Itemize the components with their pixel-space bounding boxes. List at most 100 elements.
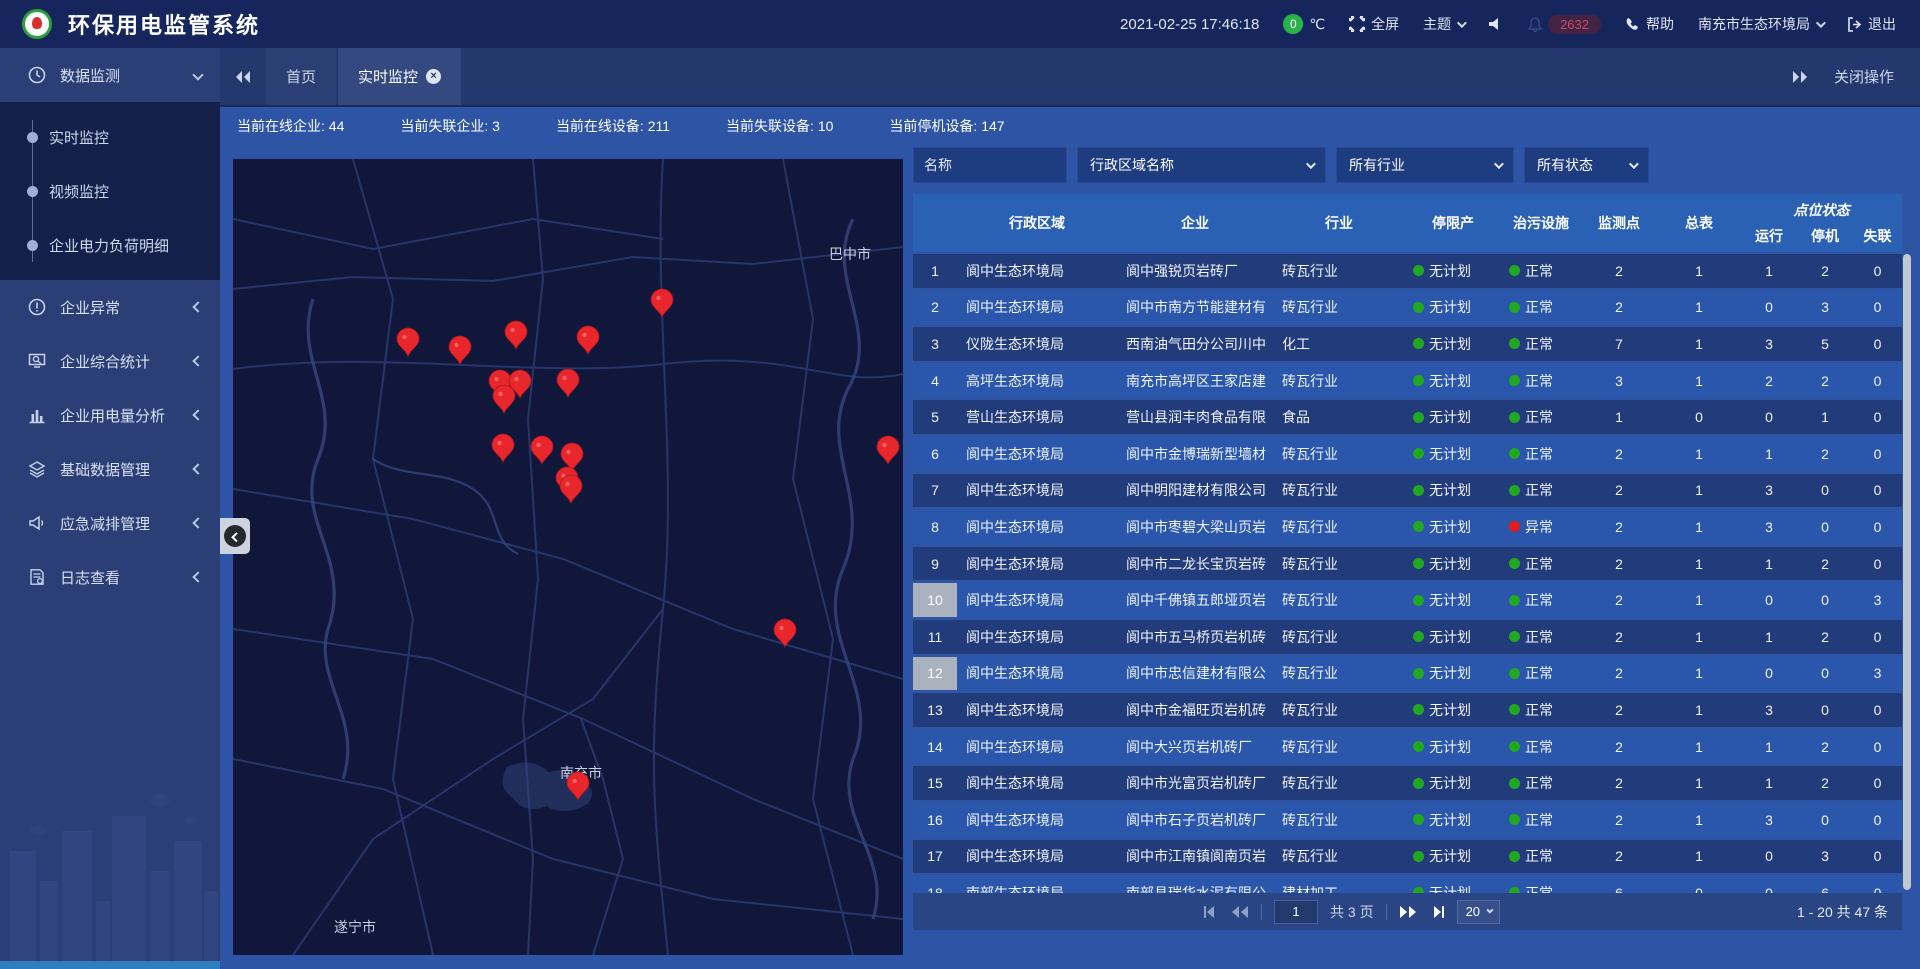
fullscreen-button[interactable]: 全屏 bbox=[1349, 14, 1399, 34]
map-pin-icon[interactable] bbox=[877, 436, 899, 464]
cell-total: 1 bbox=[1657, 547, 1741, 581]
sidebar-item-emergency[interactable]: 应急减排管理 bbox=[0, 496, 220, 550]
map-pin-icon[interactable] bbox=[577, 326, 599, 354]
map-pin-icon[interactable] bbox=[651, 289, 673, 317]
stat-item: 当前在线设备: 211 bbox=[556, 116, 670, 136]
cell-industry: 砖瓦行业 bbox=[1273, 547, 1405, 581]
map-panel[interactable]: 巴中市南充市遂宁市 bbox=[233, 159, 903, 955]
cell-region: 阆中生态环境局 bbox=[957, 620, 1117, 654]
status-dot-green bbox=[1413, 631, 1424, 642]
org-dropdown[interactable]: 南充市生态环境局 bbox=[1698, 14, 1823, 34]
table-row[interactable]: 4高坪生态环境局南充市高坪区王家店建砖瓦行业无计划正常31220 bbox=[913, 364, 1902, 398]
table-row[interactable]: 16阆中生态环境局阆中市石子页岩机砖厂砖瓦行业无计划正常21300 bbox=[913, 803, 1902, 837]
table-row[interactable]: 8阆中生态环境局阆中市枣碧大梁山页岩砖瓦行业无计划异常21300 bbox=[913, 510, 1902, 544]
table-row[interactable]: 14阆中生态环境局阆中大兴页岩机砖厂砖瓦行业无计划正常21120 bbox=[913, 730, 1902, 764]
logout-button[interactable]: 退出 bbox=[1847, 14, 1896, 34]
status-dot-green bbox=[1413, 448, 1424, 459]
page-number-input[interactable] bbox=[1274, 900, 1318, 924]
theme-dropdown[interactable]: 主题 bbox=[1423, 14, 1464, 34]
sidebar-subitem[interactable]: 视频监控 bbox=[0, 164, 220, 218]
help-button[interactable]: 帮助 bbox=[1625, 14, 1674, 34]
cell-company: 营山县润丰肉食品有限 bbox=[1117, 400, 1273, 434]
map-pin-icon[interactable] bbox=[560, 475, 582, 503]
sidebar-item-data-monitor[interactable]: 数据监测 bbox=[0, 48, 220, 102]
table-row[interactable]: 18南部生态环境局南部县瑞华水泥有限公建材加工无计划正常60060 bbox=[913, 876, 1902, 893]
tab-home[interactable]: 首页 bbox=[266, 48, 336, 105]
sidebar-item-base-data[interactable]: 基础数据管理 bbox=[0, 442, 220, 496]
sidebar-subitem[interactable]: 企业电力负荷明细 bbox=[0, 218, 220, 272]
row-index: 3 bbox=[913, 327, 957, 361]
row-index: 16 bbox=[913, 803, 957, 837]
cell-region: 阆中生态环境局 bbox=[957, 291, 1117, 325]
sidebar-item-logs[interactable]: 日志查看 bbox=[0, 550, 220, 604]
map-pin-icon[interactable] bbox=[449, 336, 471, 364]
status-select[interactable]: 所有状态 bbox=[1524, 147, 1649, 183]
sidebar-item-label: 企业综合统计 bbox=[60, 351, 150, 372]
cell-facility-status: 正常 bbox=[1501, 657, 1581, 691]
chevron-left-icon bbox=[192, 301, 203, 312]
cell-halt: 0 bbox=[1797, 474, 1853, 508]
table-row[interactable]: 7阆中生态环境局阆中明阳建材有限公司砖瓦行业无计划正常21300 bbox=[913, 474, 1902, 508]
sidebar-subitem[interactable]: 实时监控 bbox=[0, 110, 220, 164]
stop-status-text: 无计划 bbox=[1429, 773, 1471, 793]
pagination-bar: 共 3 页 20 1 - 20 共 47 条 bbox=[913, 893, 1902, 930]
first-page-button[interactable] bbox=[1203, 905, 1219, 919]
status-dot-green bbox=[1509, 668, 1520, 679]
megaphone-icon bbox=[28, 514, 48, 532]
stop-status-text: 无计划 bbox=[1429, 554, 1471, 574]
table-row[interactable]: 10阆中生态环境局阆中千佛镇五郎垭页岩砖瓦行业无计划正常21003 bbox=[913, 583, 1902, 617]
cell-run: 3 bbox=[1741, 327, 1797, 361]
map-collapse-button[interactable] bbox=[220, 518, 250, 554]
table-row[interactable]: 13阆中生态环境局阆中市金福旺页岩机砖砖瓦行业无计划正常21300 bbox=[913, 693, 1902, 727]
table-row[interactable]: 5营山生态环境局营山县润丰肉食品有限食品无计划正常10010 bbox=[913, 400, 1902, 434]
map-canvas[interactable]: 巴中市南充市遂宁市 bbox=[233, 159, 903, 955]
sidebar-item-company-abnormal[interactable]: 企业异常 bbox=[0, 280, 220, 334]
table-row[interactable]: 15阆中生态环境局阆中市光富页岩机砖厂砖瓦行业无计划正常21120 bbox=[913, 766, 1902, 800]
sidebar-item-power-analysis[interactable]: 企业用电量分析 bbox=[0, 388, 220, 442]
close-operations-button[interactable]: 关闭操作 bbox=[1834, 66, 1894, 87]
name-search-input[interactable] bbox=[913, 147, 1067, 183]
cell-total: 1 bbox=[1657, 657, 1741, 691]
cell-monitor: 2 bbox=[1581, 730, 1657, 764]
alarm-counter[interactable]: 2632 bbox=[1528, 15, 1601, 34]
map-pin-icon[interactable] bbox=[492, 434, 514, 462]
stop-status-text: 无计划 bbox=[1429, 371, 1471, 391]
table-row[interactable]: 1阆中生态环境局阆中强锐页岩砖厂砖瓦行业无计划正常21120 bbox=[913, 254, 1902, 288]
bullet-dot-icon bbox=[27, 186, 38, 197]
map-pin-icon[interactable] bbox=[561, 443, 583, 471]
sidebar-item-company-stats[interactable]: 企业综合统计 bbox=[0, 334, 220, 388]
map-pin-icon[interactable] bbox=[531, 436, 553, 464]
map-pin-icon[interactable] bbox=[493, 385, 515, 413]
sound-button[interactable] bbox=[1488, 17, 1504, 31]
table-row[interactable]: 12阆中生态环境局阆中市忠信建材有限公砖瓦行业无计划正常21003 bbox=[913, 657, 1902, 691]
cell-run: 2 bbox=[1741, 364, 1797, 398]
status-dot-green bbox=[1413, 375, 1424, 386]
tabs-scroll-left-button[interactable] bbox=[220, 48, 266, 105]
table-row[interactable]: 2阆中生态环境局阆中市南方节能建材有砖瓦行业无计划正常21030 bbox=[913, 291, 1902, 325]
table-row[interactable]: 17阆中生态环境局阆中市江南镇阆南页岩砖瓦行业无计划正常21030 bbox=[913, 840, 1902, 874]
last-page-button[interactable] bbox=[1429, 905, 1445, 919]
next-page-button[interactable] bbox=[1399, 905, 1417, 919]
table-row[interactable]: 3仪陇生态环境局西南油气田分公司川中化工无计划正常71350 bbox=[913, 327, 1902, 361]
page-size-select[interactable]: 20 bbox=[1457, 900, 1500, 924]
prev-page-button[interactable] bbox=[1231, 905, 1249, 919]
point-status-title: 点位状态 bbox=[1741, 194, 1902, 220]
cell-stop-status: 无计划 bbox=[1405, 547, 1501, 581]
first-page-icon bbox=[1203, 905, 1219, 919]
table-row[interactable]: 11阆中生态环境局阆中市五马桥页岩机砖砖瓦行业无计划正常21120 bbox=[913, 620, 1902, 654]
map-pin-icon[interactable] bbox=[397, 328, 419, 356]
region-select[interactable]: 行政区域名称 bbox=[1077, 147, 1326, 183]
table-row[interactable]: 6阆中生态环境局阆中市金博瑞新型墙材砖瓦行业无计划正常21120 bbox=[913, 437, 1902, 471]
map-pin-icon[interactable] bbox=[505, 321, 527, 349]
table-row[interactable]: 9阆中生态环境局阆中市二龙长宝页岩砖砖瓦行业无计划正常21120 bbox=[913, 547, 1902, 581]
cell-run: 3 bbox=[1741, 474, 1797, 508]
map-pin-icon[interactable] bbox=[557, 369, 579, 397]
tab-realtime-monitor[interactable]: 实时监控 × bbox=[338, 48, 461, 105]
double-chevron-right-icon[interactable] bbox=[1792, 70, 1808, 84]
chevron-down-icon bbox=[1816, 18, 1826, 28]
industry-select[interactable]: 所有行业 bbox=[1336, 147, 1514, 183]
status-dot-green bbox=[1509, 412, 1520, 423]
cell-stop-status: 无计划 bbox=[1405, 620, 1501, 654]
table-scrollbar[interactable] bbox=[1903, 254, 1911, 890]
tab-close-icon[interactable]: × bbox=[426, 69, 441, 84]
